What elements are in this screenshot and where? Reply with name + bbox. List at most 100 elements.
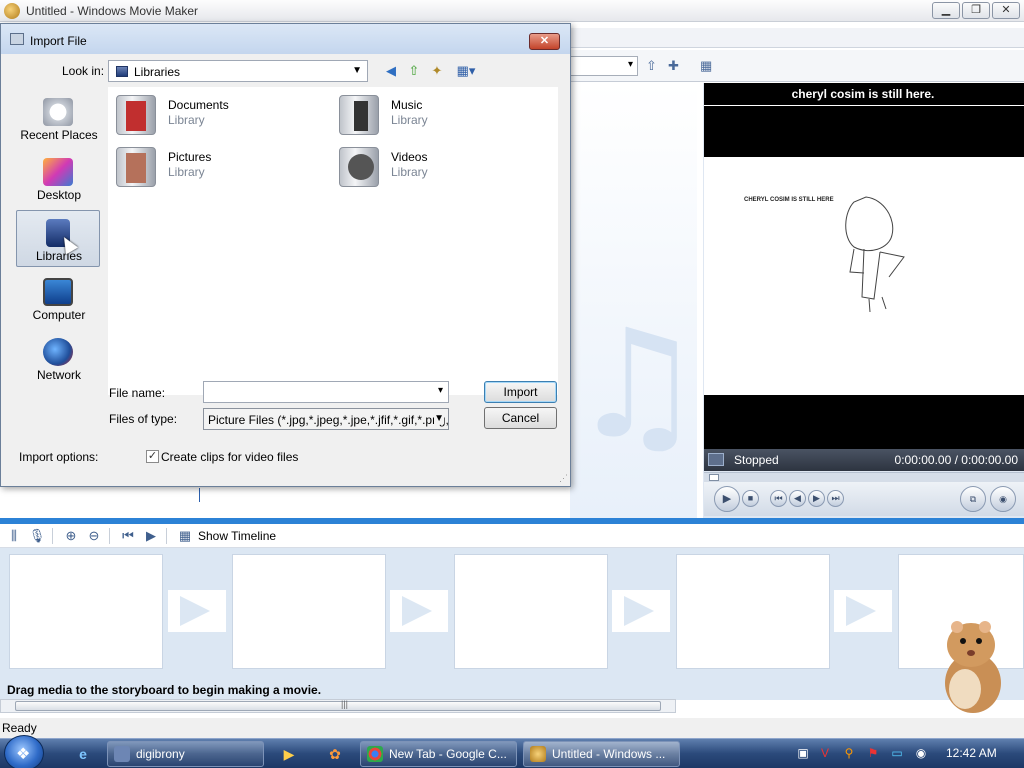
look-in-label: Look in: <box>62 64 105 78</box>
seek-knob[interactable] <box>709 474 719 481</box>
split-clip-icon[interactable]: ⧉ <box>960 486 986 512</box>
set-audio-levels-icon[interactable]: ⫼ <box>5 527 23 545</box>
play-storyboard-icon[interactable]: ▶ <box>142 527 160 545</box>
cancel-button[interactable]: Cancel <box>484 407 557 429</box>
forward-icon[interactable]: ⏭ <box>827 490 844 507</box>
library-item-music[interactable]: Music Library <box>333 93 533 137</box>
start-button[interactable]: ❖ <box>4 735 44 768</box>
rewind-storyboard-icon[interactable]: ⏮ <box>119 527 137 545</box>
zoom-out-icon[interactable]: ⊖ <box>85 527 103 545</box>
take-picture-icon[interactable]: ◉ <box>990 486 1016 512</box>
music-note-watermark-icon: ♫ <box>570 310 697 460</box>
play-icon[interactable]: ▶ <box>714 486 740 512</box>
chrome-icon <box>367 746 383 762</box>
tray-search-icon[interactable]: ⚲ <box>842 746 856 760</box>
place-computer[interactable]: Computer <box>16 269 100 326</box>
import-button[interactable]: Import <box>484 381 557 403</box>
resize-grip-icon[interactable]: ⋰ <box>559 473 568 484</box>
monitor-status-bar: Stopped 0:00:00.00 / 0:00:00.00 <box>704 449 1024 471</box>
aspect-ratio-icon[interactable] <box>708 453 724 466</box>
back-arrow-icon[interactable]: ◀ <box>382 62 400 80</box>
library-type: Library <box>168 165 205 179</box>
look-in-select[interactable]: Libraries ▼ <box>108 60 368 82</box>
back-icon[interactable]: ⏮ <box>770 490 787 507</box>
place-network[interactable]: Network <box>16 329 100 386</box>
show-timeline-button[interactable]: Show Timeline <box>198 529 276 543</box>
tray-flag-icon[interactable]: ⚑ <box>866 746 880 760</box>
create-new-folder-icon[interactable]: ✦ <box>428 62 446 80</box>
dialog-close-button[interactable]: ✕ <box>529 33 560 50</box>
up-folder-icon[interactable]: ⇧ <box>646 58 662 74</box>
create-clips-checkbox[interactable]: ✓ <box>146 450 159 463</box>
previous-frame-icon[interactable]: ◀ <box>789 490 806 507</box>
narrate-icon[interactable]: 🎙 <box>28 527 46 545</box>
multimedia-app-icon[interactable]: ✿ <box>324 743 346 765</box>
library-type: Library <box>391 165 428 179</box>
storyboard-clip-slot[interactable] <box>454 554 608 669</box>
next-frame-icon[interactable]: ▶ <box>808 490 825 507</box>
tray-display-icon[interactable]: ▭ <box>890 746 904 760</box>
toolbar-separator <box>166 527 167 544</box>
sketch-drawing <box>845 196 905 313</box>
place-desktop[interactable]: Desktop <box>16 149 100 206</box>
views-icon[interactable]: ▦ <box>700 58 716 74</box>
new-folder-icon[interactable]: ✚ <box>668 58 684 74</box>
view-menu-icon[interactable]: ▦▾ <box>453 62 479 80</box>
timeline-icon[interactable]: ▦ <box>176 527 194 545</box>
taskbar-item[interactable]: New Tab - Google C... <box>360 741 517 767</box>
close-window-button[interactable]: ✕ <box>992 2 1020 19</box>
collections-combo[interactable] <box>570 56 638 76</box>
taskbar-item[interactable]: digibrony <box>107 741 264 767</box>
transition-slot[interactable] <box>390 590 448 632</box>
status-bar: Ready <box>0 718 1024 738</box>
videos-library-icon <box>339 147 379 187</box>
files-of-type-select[interactable]: Picture Files (*.jpg,*.jpeg,*.jpe,*.jfif… <box>203 408 449 430</box>
playback-time: 0:00:00.00 / 0:00:00.00 <box>894 453 1018 467</box>
zoom-in-icon[interactable]: ⊕ <box>62 527 80 545</box>
transition-slot[interactable] <box>168 590 226 632</box>
internet-explorer-icon[interactable]: e <box>72 743 94 765</box>
create-clips-label[interactable]: Create clips for video files <box>161 450 298 464</box>
taskbar-item-label: digibrony <box>136 747 185 761</box>
file-name-input[interactable] <box>203 381 449 403</box>
transition-slot[interactable] <box>834 590 892 632</box>
menu-bar <box>570 28 1024 48</box>
import-options-label: Import options: <box>19 450 99 464</box>
monitor-bottom-band <box>704 395 1024 449</box>
library-icon-detail <box>126 101 146 131</box>
place-libraries[interactable]: Libraries <box>16 210 100 267</box>
storyboard-clip-slot[interactable] <box>676 554 830 669</box>
place-recent-places[interactable]: Recent Places <box>16 89 100 146</box>
tray-app-icon[interactable]: ▣ <box>796 746 810 760</box>
library-item-documents[interactable]: Documents Library <box>110 93 310 137</box>
main-toolbar: ⇧ ✚ ▦ <box>570 50 1024 82</box>
library-icon-detail <box>126 153 146 183</box>
storyboard-hint: Drag media to the storyboard to begin ma… <box>7 683 322 697</box>
storyboard[interactable]: Drag media to the storyboard to begin ma… <box>0 548 1024 700</box>
transition-slot[interactable] <box>612 590 670 632</box>
library-item-pictures[interactable]: Pictures Library <box>110 145 310 189</box>
chevron-down-icon: ▼ <box>352 65 362 76</box>
hamster-helper-icon[interactable] <box>935 615 1007 715</box>
file-list[interactable]: Documents Library Music Library Pictures… <box>108 87 558 395</box>
library-name: Documents <box>168 98 229 112</box>
scrollbar-grip-icon: ||| <box>341 699 349 709</box>
taskbar-item-active[interactable]: Untitled - Windows ... <box>523 741 680 767</box>
clock[interactable]: 12:42 AM <box>946 746 997 760</box>
preview-frame: CHERYL COSIM IS STILL HERE <box>704 157 1024 395</box>
up-one-level-icon[interactable]: ⇧ <box>405 62 423 80</box>
tray-volume-icon[interactable]: ◉ <box>914 746 928 760</box>
seek-bar[interactable] <box>704 472 1024 482</box>
minimize-button[interactable]: ▁ <box>932 2 960 19</box>
storyboard-clip-slot[interactable] <box>9 554 163 669</box>
tray-antivirus-icon[interactable]: V <box>818 746 832 760</box>
media-player-icon[interactable]: ▶ <box>278 743 300 765</box>
stop-icon[interactable]: ■ <box>742 490 759 507</box>
library-name: Pictures <box>168 150 212 164</box>
maximize-button[interactable]: ❐ <box>962 2 990 19</box>
library-item-videos[interactable]: Videos Library <box>333 145 533 189</box>
file-name-label: File name: <box>109 386 166 400</box>
storyboard-clip-slot[interactable] <box>232 554 386 669</box>
place-label: Libraries <box>35 249 83 263</box>
storyboard-scrollbar[interactable]: ||| <box>0 699 676 713</box>
